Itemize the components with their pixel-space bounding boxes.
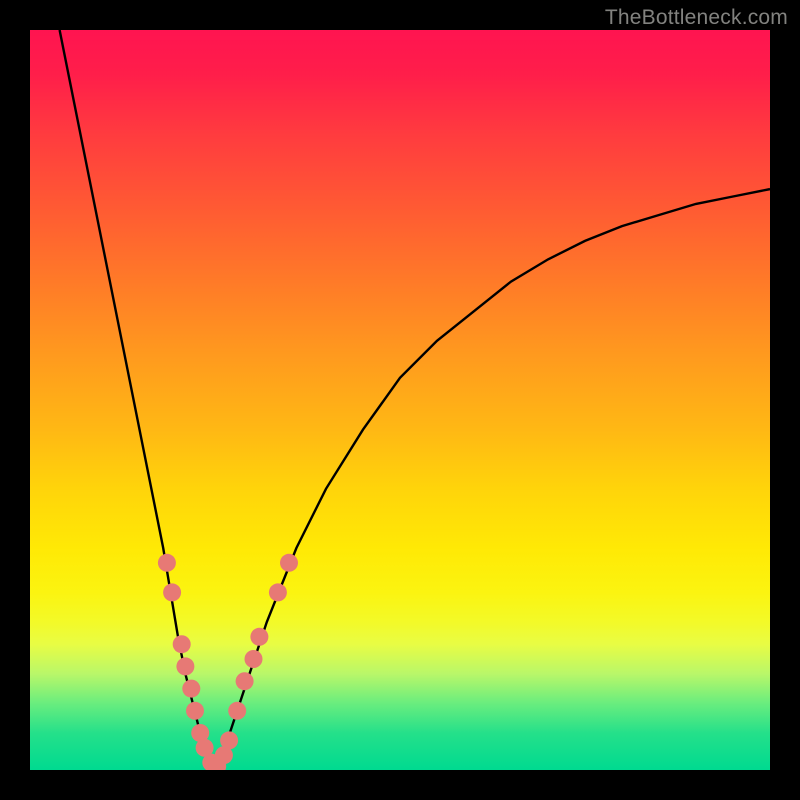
marker-dot xyxy=(163,583,181,601)
marker-dot xyxy=(220,731,238,749)
marker-dot xyxy=(228,702,246,720)
marker-dots xyxy=(158,554,298,770)
curve-layer xyxy=(60,30,770,770)
marker-dot xyxy=(173,635,191,653)
outer-frame: TheBottleneck.com xyxy=(0,0,800,800)
chart-svg xyxy=(30,30,770,770)
marker-dot xyxy=(280,554,298,572)
marker-dot xyxy=(250,628,268,646)
marker-dot xyxy=(182,680,200,698)
plot-area xyxy=(30,30,770,770)
watermark-text: TheBottleneck.com xyxy=(605,6,788,30)
curve-left-branch xyxy=(60,30,215,770)
marker-dot xyxy=(158,554,176,572)
marker-dot xyxy=(245,650,263,668)
marker-dot xyxy=(176,657,194,675)
curve-right-branch xyxy=(215,189,770,770)
marker-dot xyxy=(269,583,287,601)
marker-dot xyxy=(236,672,254,690)
marker-dot xyxy=(186,702,204,720)
